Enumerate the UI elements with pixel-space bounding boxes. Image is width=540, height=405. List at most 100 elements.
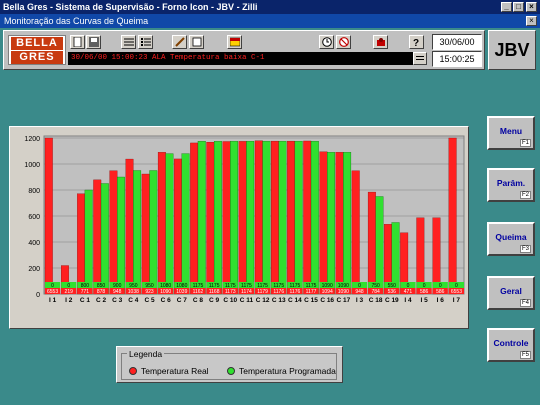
category-label: C 1 [80,297,91,304]
category-label: C 5 [144,297,155,304]
category-label: I 3 [356,297,364,304]
clock-icon[interactable] [319,35,334,49]
category-label: C 14 [288,297,302,304]
bar-programada [310,141,319,295]
help-icon[interactable]: ? [409,35,424,49]
logo-line2: GRES [11,51,63,64]
y-tick-label: 1000 [24,162,40,169]
category-label: I 7 [453,297,461,304]
bar-programada [343,152,352,295]
bar-programada [133,170,142,295]
alarm-message: 30/06/00 15:00:23 ALA Temperatura baixa … [68,52,414,65]
real-value-label: 771 [81,289,90,295]
bar-programada [294,141,303,295]
svg-text:?: ? [413,38,419,47]
bar-programada [278,141,287,295]
bar-programada [100,183,109,295]
geral-button[interactable]: Geral F4 [487,276,535,310]
category-label: C 2 [96,297,107,304]
real-value-label: 1173 [225,289,236,295]
list-icon[interactable] [121,35,136,49]
real-value-label: 1168 [209,289,220,295]
category-label: I 1 [49,297,57,304]
edit-icon[interactable] [189,35,204,49]
bar-programada [375,196,384,295]
bar-real [77,193,86,295]
bar-programada [262,141,271,295]
category-label: C 11 [240,297,254,304]
y-tick-label: 400 [28,240,40,247]
queima-button-label: Queima [495,232,527,242]
bar-real [303,140,312,295]
y-tick-label: 600 [28,214,40,221]
maximize-button[interactable]: □ [513,2,524,12]
minimize-button[interactable]: _ [501,2,512,12]
category-label: C 17 [336,297,350,304]
bar-programada [84,189,93,295]
real-value-label: 1162 [193,289,204,295]
bar-real [93,179,102,295]
y-tick-label: 800 [28,188,40,195]
station-label: JBV [488,30,536,70]
screen-close-button[interactable]: × [526,16,537,26]
real-value-label: 586 [420,289,429,295]
bar-real [206,142,215,295]
controle-key: F5 [519,351,531,359]
bella-gres-logo: BELLA GRES [8,35,66,65]
bar-real [367,191,376,295]
category-label: C 9 [209,297,220,304]
bar-programada [149,170,158,295]
category-label: C 16 [320,297,334,304]
date-display: 30/06/00 [432,34,482,50]
time-display: 15:00:25 [432,51,482,67]
document-icon[interactable] [227,35,242,49]
legend: Legenda Temperatura Real Temperatura Pro… [116,346,343,383]
bar-real [141,173,150,295]
parametros-button[interactable]: Parâm. F2 [487,168,535,202]
alert-icon[interactable] [373,35,388,49]
file-icon[interactable] [70,35,85,49]
bar-real [190,142,199,295]
bar-real [319,151,328,295]
real-value-label: 6553 [451,289,462,295]
bar-programada [213,141,222,295]
queima-key: F3 [519,245,531,253]
real-value-label: 1090 [338,289,349,295]
category-label: C 12 [256,297,270,304]
real-value-label: 1038 [128,289,139,295]
real-value-label: 1039 [176,289,187,295]
category-label: C 15 [304,297,318,304]
bar-programada [181,153,190,295]
bar-programada [327,152,335,295]
tools-icon[interactable] [172,35,187,49]
queima-button[interactable]: Queima F3 [487,222,535,256]
geral-key: F4 [519,299,531,307]
bar-programada [246,141,255,295]
save-icon[interactable] [86,35,101,49]
bar-programada [165,153,174,295]
category-label: I 2 [65,297,73,304]
category-label: I 5 [420,297,428,304]
y-tick-label: 200 [28,266,40,273]
real-value-label: 1094 [322,289,333,295]
category-label: C 19 [385,297,399,304]
bar-programada [197,141,206,295]
close-button[interactable]: × [526,2,537,12]
stop-icon[interactable] [336,35,351,49]
alarm-list-button[interactable] [413,52,427,65]
list-alt-icon[interactable] [138,35,153,49]
real-value-label: 1174 [241,289,252,295]
real-value-label: 586 [436,289,445,295]
menu-button[interactable]: Menu F1 [487,116,535,150]
real-value-label: 1090 [160,289,171,295]
bar-real [287,140,296,295]
real-value-label: 536 [388,289,397,295]
bar-real [254,140,263,295]
category-label: C 18 [369,297,383,304]
bar-real [174,158,182,295]
category-label: C 13 [272,297,286,304]
window-titlebar: Bella Gres - Sistema de Supervisão - For… [0,0,540,14]
controle-button[interactable]: Controle F5 [487,328,535,362]
window-title: Bella Gres - Sistema de Supervisão - For… [3,2,258,12]
logo-line1: BELLA [11,37,63,50]
